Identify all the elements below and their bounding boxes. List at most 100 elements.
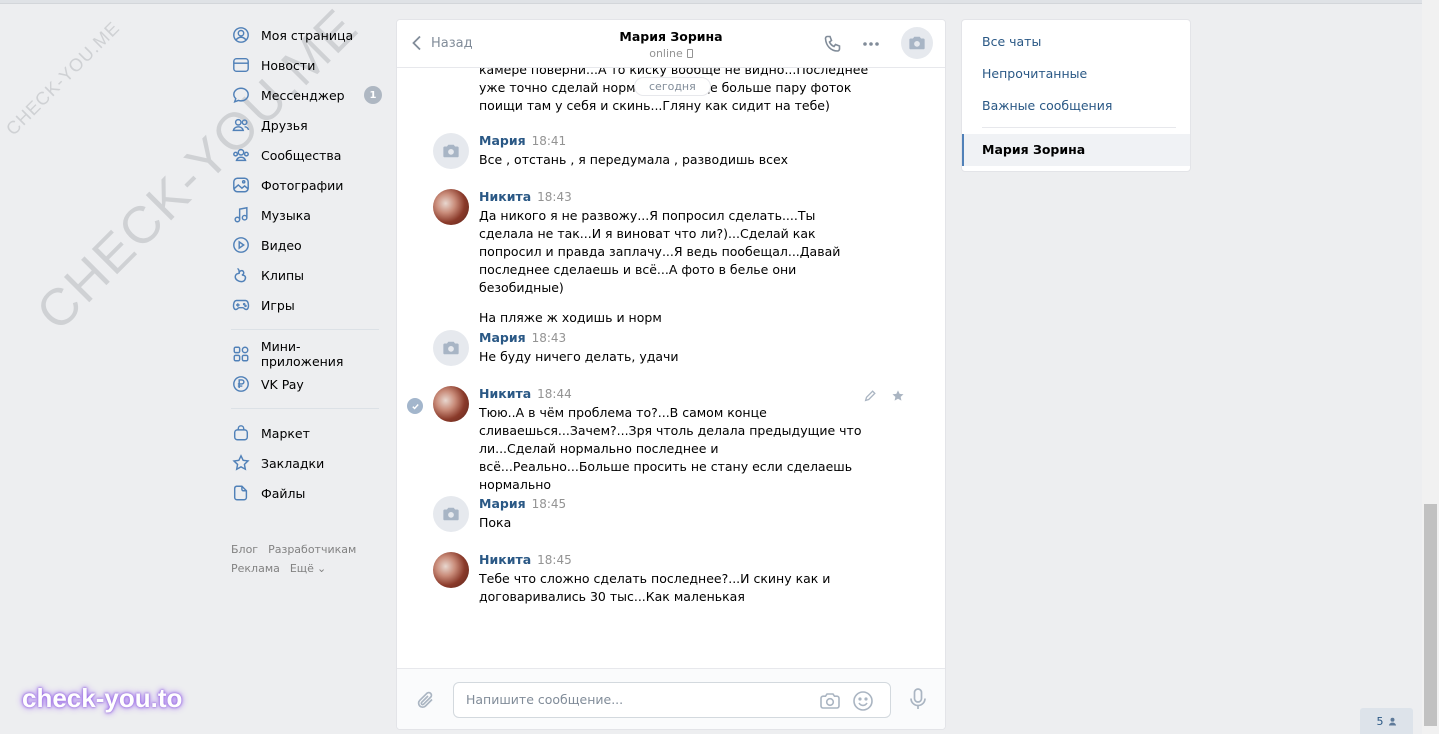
online-friends-button[interactable]: 5 bbox=[1360, 708, 1413, 734]
message-author[interactable]: Мария bbox=[479, 330, 526, 345]
ruble-circle-icon bbox=[231, 374, 251, 394]
footer-ads-link[interactable]: Реклама bbox=[231, 562, 280, 575]
active-chat-item[interactable]: Мария Зорина bbox=[962, 134, 1190, 166]
gamepad-icon bbox=[231, 295, 251, 315]
nav-item-music[interactable]: Музыка bbox=[228, 200, 382, 230]
friends-icon bbox=[231, 115, 251, 135]
nav-item-messenger[interactable]: Мессенджер 1 bbox=[228, 80, 382, 110]
avatar[interactable] bbox=[433, 496, 469, 532]
nav-item-photos[interactable]: Фотографии bbox=[228, 170, 382, 200]
avatar[interactable] bbox=[433, 386, 469, 422]
star-icon[interactable] bbox=[891, 389, 905, 403]
nav-item-clips[interactable]: Клипы bbox=[228, 260, 382, 290]
message-author[interactable]: Никита bbox=[479, 189, 531, 204]
message-body: Мария 18:45 Пока bbox=[479, 496, 869, 532]
chat-avatar[interactable] bbox=[901, 27, 933, 59]
message-list: камере поверни...А то киску вообще не ви… bbox=[397, 68, 945, 668]
nav-item-games[interactable]: Игры bbox=[228, 290, 382, 320]
chat-bubble-icon bbox=[231, 85, 251, 105]
watermark-small: CHECK-YOU.ME bbox=[2, 17, 124, 140]
left-navigation: Моя страница Новости Мессенджер 1 Друзья… bbox=[228, 20, 382, 508]
message-body: Мария 18:43 Не буду ничего делать, удачи bbox=[479, 330, 869, 366]
chevron-down-icon: ⌄ bbox=[316, 562, 327, 575]
active-chat-label: Мария Зорина bbox=[982, 142, 1086, 157]
nav-item-communities[interactable]: Сообщества bbox=[228, 140, 382, 170]
nav-item-video[interactable]: Видео bbox=[228, 230, 382, 260]
clips-icon bbox=[231, 265, 251, 285]
message-body: Никита 18:44 Тюю..А в чём проблема то?...… bbox=[479, 386, 869, 494]
avatar[interactable] bbox=[433, 189, 469, 225]
message-body: Мария 18:41 Все , отстань , я передумала … bbox=[479, 133, 869, 169]
message-time: 18:44 bbox=[537, 387, 572, 401]
select-check-icon[interactable] bbox=[407, 398, 423, 414]
nav-item-files[interactable]: Файлы bbox=[228, 478, 382, 508]
footer-more-link[interactable]: Ещё ⌄ bbox=[290, 562, 336, 575]
file-icon bbox=[231, 483, 251, 503]
message-time: 18:43 bbox=[537, 190, 572, 204]
online-count: 5 bbox=[1376, 714, 1384, 728]
nav-item-mini-apps[interactable]: Мини-приложения bbox=[228, 339, 382, 369]
message-text: Да никого я не развожу...Я попросил сдел… bbox=[479, 208, 841, 295]
nav-item-bookmarks[interactable]: Закладки bbox=[228, 448, 382, 478]
nav-item-market[interactable]: Маркет bbox=[228, 418, 382, 448]
nav-label: Фотографии bbox=[261, 177, 344, 193]
paperclip-icon[interactable] bbox=[415, 689, 437, 711]
nav-label: Новости bbox=[261, 57, 316, 73]
nav-label: VK Pay bbox=[261, 376, 304, 392]
scrollbar-thumb[interactable] bbox=[1424, 504, 1437, 726]
status-text: online bbox=[649, 47, 683, 60]
message-text: Все , отстань , я передумала , разводишь… bbox=[479, 152, 789, 167]
message-author[interactable]: Никита bbox=[479, 552, 531, 567]
filter-all-chats[interactable]: Все чаты bbox=[982, 34, 1041, 49]
more-button[interactable] bbox=[860, 33, 882, 55]
nav-label: Мессенджер bbox=[261, 87, 345, 103]
message-text: На пляже ж ходишь и норм bbox=[479, 310, 662, 325]
message-actions bbox=[863, 389, 905, 403]
nav-item-my-page[interactable]: Моя страница bbox=[228, 20, 382, 50]
chat-panel: Назад Мария Зорина online камере поверни… bbox=[396, 19, 946, 730]
avatar[interactable] bbox=[433, 133, 469, 169]
message-time: 18:43 bbox=[531, 331, 567, 345]
message-time: 18:45 bbox=[537, 553, 572, 567]
message-time: 18:41 bbox=[531, 134, 567, 148]
camera-icon bbox=[443, 341, 459, 355]
chat-header: Назад Мария Зорина online bbox=[397, 20, 945, 68]
filter-important[interactable]: Важные сообщения bbox=[982, 98, 1112, 113]
message-author[interactable]: Мария bbox=[479, 496, 526, 511]
message-input[interactable] bbox=[466, 692, 806, 707]
panel-divider bbox=[982, 127, 1176, 128]
nav-divider bbox=[231, 408, 379, 409]
filter-unread[interactable]: Непрочитанные bbox=[982, 66, 1087, 81]
camera-icon bbox=[443, 507, 459, 521]
shopping-bag-icon bbox=[231, 423, 251, 443]
date-separator: сегодня bbox=[634, 77, 711, 96]
nav-item-friends[interactable]: Друзья bbox=[228, 110, 382, 140]
message-author[interactable]: Мария bbox=[479, 133, 526, 148]
microphone-icon[interactable] bbox=[907, 687, 929, 711]
smiley-icon bbox=[853, 691, 873, 711]
mobile-phone-icon bbox=[686, 49, 693, 58]
footer-blog-link[interactable]: Блог bbox=[231, 543, 258, 556]
message-composer bbox=[397, 668, 945, 729]
message-author[interactable]: Никита bbox=[479, 386, 531, 401]
nav-label: Маркет bbox=[261, 425, 310, 441]
avatar[interactable] bbox=[433, 330, 469, 366]
nav-label: Файлы bbox=[261, 485, 306, 501]
nav-label: Закладки bbox=[261, 455, 325, 471]
footer-dev-link[interactable]: Разработчикам bbox=[268, 543, 356, 556]
camera-icon bbox=[443, 144, 459, 158]
camera-attach-button[interactable] bbox=[819, 690, 841, 712]
brand-watermark: check-you.to bbox=[22, 683, 183, 713]
avatar[interactable] bbox=[433, 552, 469, 588]
grid-icon bbox=[231, 344, 251, 364]
music-note-icon bbox=[231, 205, 251, 225]
nav-label: Сообщества bbox=[261, 147, 342, 163]
user-circle-icon bbox=[231, 25, 251, 45]
unread-badge: 1 bbox=[364, 86, 382, 104]
nav-label: Игры bbox=[261, 297, 295, 313]
emoji-button[interactable] bbox=[852, 690, 874, 712]
chat-filter-panel: Все чаты Непрочитанные Важные сообщения … bbox=[961, 19, 1191, 172]
call-button[interactable] bbox=[822, 33, 844, 55]
nav-item-news[interactable]: Новости bbox=[228, 50, 382, 80]
nav-item-vk-pay[interactable]: VK Pay bbox=[228, 369, 382, 399]
